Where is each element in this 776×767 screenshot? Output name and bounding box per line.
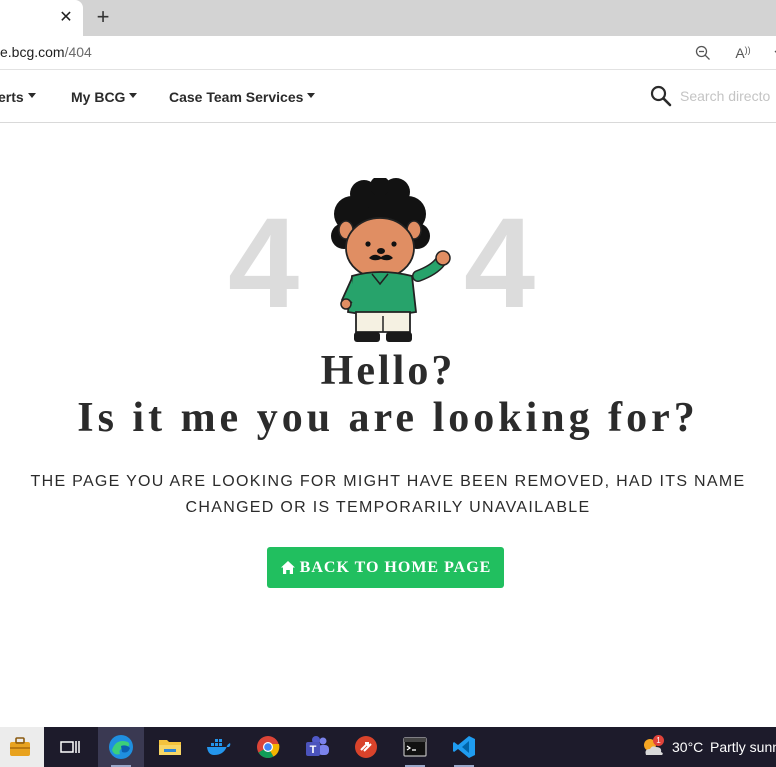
- briefcase-icon: [10, 737, 30, 756]
- weather-badge: 1: [653, 735, 664, 746]
- edge-icon: [109, 735, 133, 759]
- zoom-out-icon[interactable]: [693, 43, 713, 63]
- error-digit-left: 4: [228, 192, 300, 335]
- nav-item-label: My BCG: [71, 89, 126, 105]
- file-explorer-icon: [159, 740, 181, 755]
- teams-app[interactable]: T: [294, 727, 340, 767]
- task-view-icon: [60, 741, 80, 753]
- home-icon: [280, 561, 295, 574]
- tab-close-icon[interactable]: ✕: [57, 8, 75, 26]
- chrome-app[interactable]: [245, 727, 291, 767]
- briefcase-app[interactable]: [0, 727, 44, 767]
- error-message-line: CHANGED OR IS TEMPORARILY UNAVAILABLE: [185, 499, 591, 516]
- read-aloud-icon[interactable]: A)): [733, 43, 753, 63]
- nav-item-label: erts: [0, 89, 24, 105]
- url-path: /404: [64, 44, 92, 60]
- looking-for-heading: Is it me you are looking for?: [77, 395, 699, 441]
- url-host: e.bcg.com: [0, 44, 65, 60]
- file-explorer-app[interactable]: [147, 727, 193, 767]
- terminal-app[interactable]: [392, 727, 438, 767]
- teams-icon: T: [306, 736, 329, 756]
- url-text[interactable]: e.bcg.com/404: [0, 44, 92, 60]
- taskbar: T 1 30°C Partly sunn: [0, 727, 776, 767]
- error-message: THE PAGE YOU ARE LOOKING FOR MIGHT HAVE …: [0, 469, 776, 521]
- docker-app[interactable]: [196, 727, 242, 767]
- edge-app[interactable]: [98, 727, 144, 767]
- back-to-home-label: BACK TO HOME PAGE: [299, 558, 492, 576]
- back-to-home-button[interactable]: BACK TO HOME PAGE: [267, 547, 504, 588]
- chrome-icon: [257, 736, 280, 758]
- browser-tab[interactable]: ✕: [0, 0, 83, 36]
- remote-desktop-icon: [355, 736, 377, 758]
- search-icon[interactable]: [650, 85, 672, 107]
- task-view-button[interactable]: [47, 727, 93, 767]
- read-aloud-label: A: [735, 45, 745, 61]
- hello-heading: Hello?: [320, 348, 456, 394]
- mascot-illustration: [331, 178, 451, 342]
- caret-down-icon: [129, 93, 138, 98]
- vscode-icon: [453, 736, 475, 758]
- svg-text:T: T: [310, 744, 317, 756]
- remote-desktop-app[interactable]: [343, 727, 389, 767]
- terminal-icon: [403, 737, 427, 757]
- nav-item-experts[interactable]: erts: [0, 89, 36, 105]
- browser-tab-strip: ✕ +: [0, 0, 776, 36]
- new-tab-button[interactable]: +: [91, 4, 115, 29]
- docker-icon: [207, 739, 231, 755]
- weather-description: Partly sunn: [710, 739, 776, 755]
- address-bar[interactable]: e.bcg.com/404 A)): [0, 36, 776, 70]
- caret-down-icon: [307, 93, 316, 98]
- temperature-text: 30°C: [672, 739, 704, 755]
- nav-item-case-team-services[interactable]: Case Team Services: [169, 89, 316, 105]
- site-navbar: erts My BCG Case Team Services: [0, 70, 776, 123]
- vscode-app[interactable]: [441, 727, 487, 767]
- weather-widget[interactable]: 1: [638, 727, 668, 767]
- error-message-line: THE PAGE YOU ARE LOOKING FOR MIGHT HAVE …: [30, 473, 746, 490]
- nav-item-label: Case Team Services: [169, 89, 304, 105]
- caret-down-icon: [27, 93, 36, 98]
- nav-item-my-bcg[interactable]: My BCG: [71, 89, 138, 105]
- search-directory-input[interactable]: [680, 85, 776, 107]
- error-digit-right: 4: [464, 192, 536, 335]
- chevron-down-icon[interactable]: [768, 43, 776, 63]
